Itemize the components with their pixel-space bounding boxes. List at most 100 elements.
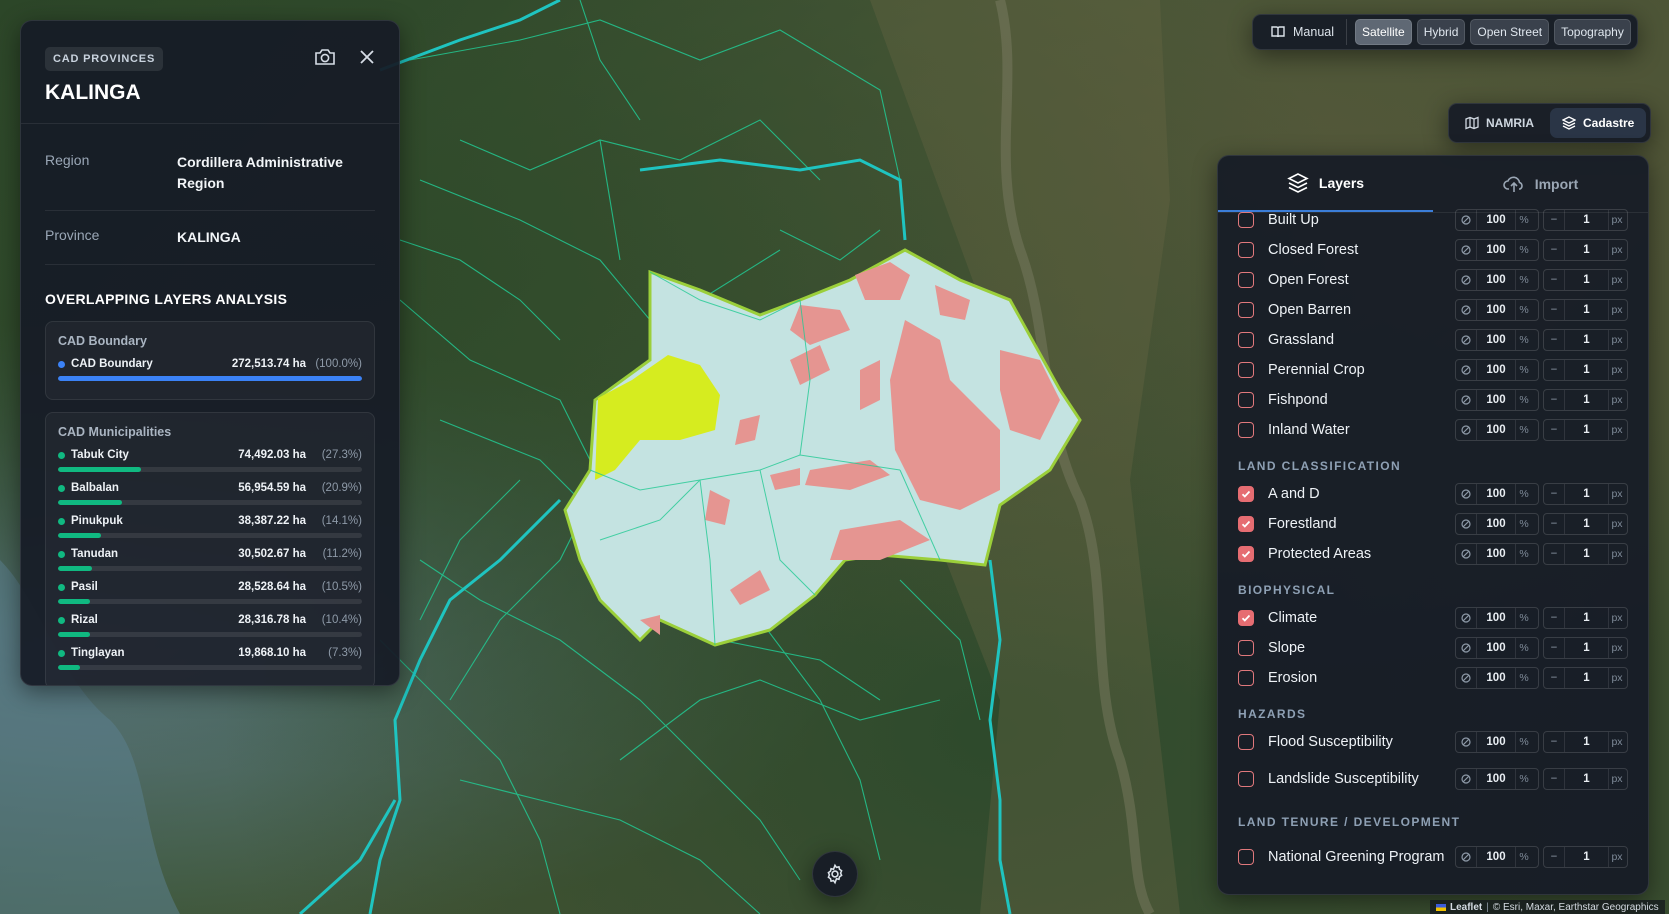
- opacity-control[interactable]: 100%: [1455, 543, 1539, 565]
- opacity-value[interactable]: 100: [1477, 244, 1515, 256]
- stroke-width-value[interactable]: 1: [1565, 304, 1608, 316]
- stroke-width-control[interactable]: −1 px: [1543, 389, 1628, 411]
- leaflet-link[interactable]: Leaflet: [1450, 902, 1482, 913]
- stroke-width-control[interactable]: −1 px: [1543, 419, 1628, 441]
- stroke-width-control[interactable]: −1 px: [1543, 543, 1628, 565]
- manual-button[interactable]: Manual: [1259, 19, 1347, 45]
- minus-icon[interactable]: −: [1544, 300, 1565, 320]
- opacity-control[interactable]: 100%: [1455, 419, 1539, 441]
- camera-icon[interactable]: [311, 43, 339, 71]
- stroke-width-value[interactable]: 1: [1565, 274, 1608, 286]
- stroke-width-control[interactable]: −1 px: [1543, 607, 1628, 629]
- settings-button[interactable]: [812, 851, 858, 897]
- stroke-width-value[interactable]: 1: [1565, 642, 1608, 654]
- stroke-width-value[interactable]: 1: [1565, 334, 1608, 346]
- stroke-width-value[interactable]: 1: [1565, 214, 1608, 226]
- stroke-width-control[interactable]: −1 px: [1543, 768, 1628, 790]
- layer-checkbox[interactable]: [1238, 332, 1254, 348]
- layer-checkbox[interactable]: [1238, 734, 1254, 750]
- opacity-control[interactable]: 100%: [1455, 667, 1539, 689]
- opacity-value[interactable]: 100: [1477, 518, 1515, 530]
- stroke-width-control[interactable]: −1 px: [1543, 637, 1628, 659]
- minus-icon[interactable]: −: [1544, 544, 1565, 564]
- opacity-control[interactable]: 100%: [1455, 359, 1539, 381]
- opacity-value[interactable]: 100: [1477, 334, 1515, 346]
- opacity-control[interactable]: 100%: [1455, 209, 1539, 231]
- stroke-width-control[interactable]: −1 px: [1543, 483, 1628, 505]
- stroke-width-control[interactable]: −1 px: [1543, 239, 1628, 261]
- layer-checkbox[interactable]: [1238, 242, 1254, 258]
- minus-icon[interactable]: −: [1544, 769, 1565, 789]
- stroke-width-value[interactable]: 1: [1565, 364, 1608, 376]
- layer-checkbox[interactable]: [1238, 610, 1254, 626]
- opacity-control[interactable]: 100%: [1455, 389, 1539, 411]
- minus-icon[interactable]: −: [1544, 608, 1565, 628]
- stroke-width-control[interactable]: −1 px: [1543, 731, 1628, 753]
- source-cadastre-button[interactable]: Cadastre: [1550, 108, 1647, 138]
- layer-checkbox[interactable]: [1238, 392, 1254, 408]
- minus-icon[interactable]: −: [1544, 390, 1565, 410]
- minus-icon[interactable]: −: [1544, 210, 1565, 230]
- opacity-value[interactable]: 100: [1477, 274, 1515, 286]
- opacity-value[interactable]: 100: [1477, 214, 1515, 226]
- opacity-value[interactable]: 100: [1477, 394, 1515, 406]
- layer-checkbox[interactable]: [1238, 670, 1254, 686]
- layer-checkbox[interactable]: [1238, 362, 1254, 378]
- minus-icon[interactable]: −: [1544, 484, 1565, 504]
- minus-icon[interactable]: −: [1544, 638, 1565, 658]
- tab-import[interactable]: Import: [1433, 156, 1648, 212]
- stroke-width-value[interactable]: 1: [1565, 518, 1608, 530]
- stroke-width-control[interactable]: −1 px: [1543, 846, 1628, 868]
- opacity-control[interactable]: 100%: [1455, 846, 1539, 868]
- stroke-width-value[interactable]: 1: [1565, 612, 1608, 624]
- opacity-value[interactable]: 100: [1477, 364, 1515, 376]
- tab-layers[interactable]: Layers: [1218, 156, 1433, 212]
- opacity-control[interactable]: 100%: [1455, 768, 1539, 790]
- stroke-width-control[interactable]: −1 px: [1543, 359, 1628, 381]
- opacity-control[interactable]: 100%: [1455, 239, 1539, 261]
- layer-checkbox[interactable]: [1238, 640, 1254, 656]
- layer-checkbox[interactable]: [1238, 516, 1254, 532]
- layer-checkbox[interactable]: [1238, 302, 1254, 318]
- stroke-width-control[interactable]: −1 px: [1543, 209, 1628, 231]
- basemap-open-street-button[interactable]: Open Street: [1470, 19, 1550, 45]
- stroke-width-value[interactable]: 1: [1565, 672, 1608, 684]
- opacity-control[interactable]: 100%: [1455, 269, 1539, 291]
- minus-icon[interactable]: −: [1544, 330, 1565, 350]
- minus-icon[interactable]: −: [1544, 732, 1565, 752]
- stroke-width-control[interactable]: −1 px: [1543, 329, 1628, 351]
- stroke-width-value[interactable]: 1: [1565, 488, 1608, 500]
- opacity-control[interactable]: 100%: [1455, 483, 1539, 505]
- stroke-width-value[interactable]: 1: [1565, 851, 1608, 863]
- stroke-width-control[interactable]: −1 px: [1543, 513, 1628, 535]
- layer-checkbox[interactable]: [1238, 546, 1254, 562]
- basemap-topography-button[interactable]: Topography: [1554, 19, 1631, 45]
- minus-icon[interactable]: −: [1544, 360, 1565, 380]
- stroke-width-value[interactable]: 1: [1565, 394, 1608, 406]
- stroke-width-value[interactable]: 1: [1565, 244, 1608, 256]
- layer-checkbox[interactable]: [1238, 849, 1254, 865]
- opacity-value[interactable]: 100: [1477, 736, 1515, 748]
- minus-icon[interactable]: −: [1544, 270, 1565, 290]
- stroke-width-value[interactable]: 1: [1565, 736, 1608, 748]
- layer-checkbox[interactable]: [1238, 771, 1254, 787]
- stroke-width-value[interactable]: 1: [1565, 548, 1608, 560]
- layer-checkbox[interactable]: [1238, 422, 1254, 438]
- opacity-value[interactable]: 100: [1477, 424, 1515, 436]
- stroke-width-value[interactable]: 1: [1565, 424, 1608, 436]
- stroke-width-control[interactable]: −1 px: [1543, 269, 1628, 291]
- stroke-width-value[interactable]: 1: [1565, 773, 1608, 785]
- opacity-value[interactable]: 100: [1477, 488, 1515, 500]
- opacity-control[interactable]: 100%: [1455, 329, 1539, 351]
- minus-icon[interactable]: −: [1544, 420, 1565, 440]
- basemap-hybrid-button[interactable]: Hybrid: [1416, 19, 1466, 45]
- opacity-control[interactable]: 100%: [1455, 513, 1539, 535]
- basemap-satellite-button[interactable]: Satellite: [1355, 19, 1412, 45]
- opacity-value[interactable]: 100: [1477, 851, 1515, 863]
- layer-checkbox[interactable]: [1238, 212, 1254, 228]
- layer-checkbox[interactable]: [1238, 272, 1254, 288]
- opacity-value[interactable]: 100: [1477, 612, 1515, 624]
- layer-checkbox[interactable]: [1238, 486, 1254, 502]
- minus-icon[interactable]: −: [1544, 668, 1565, 688]
- opacity-control[interactable]: 100%: [1455, 731, 1539, 753]
